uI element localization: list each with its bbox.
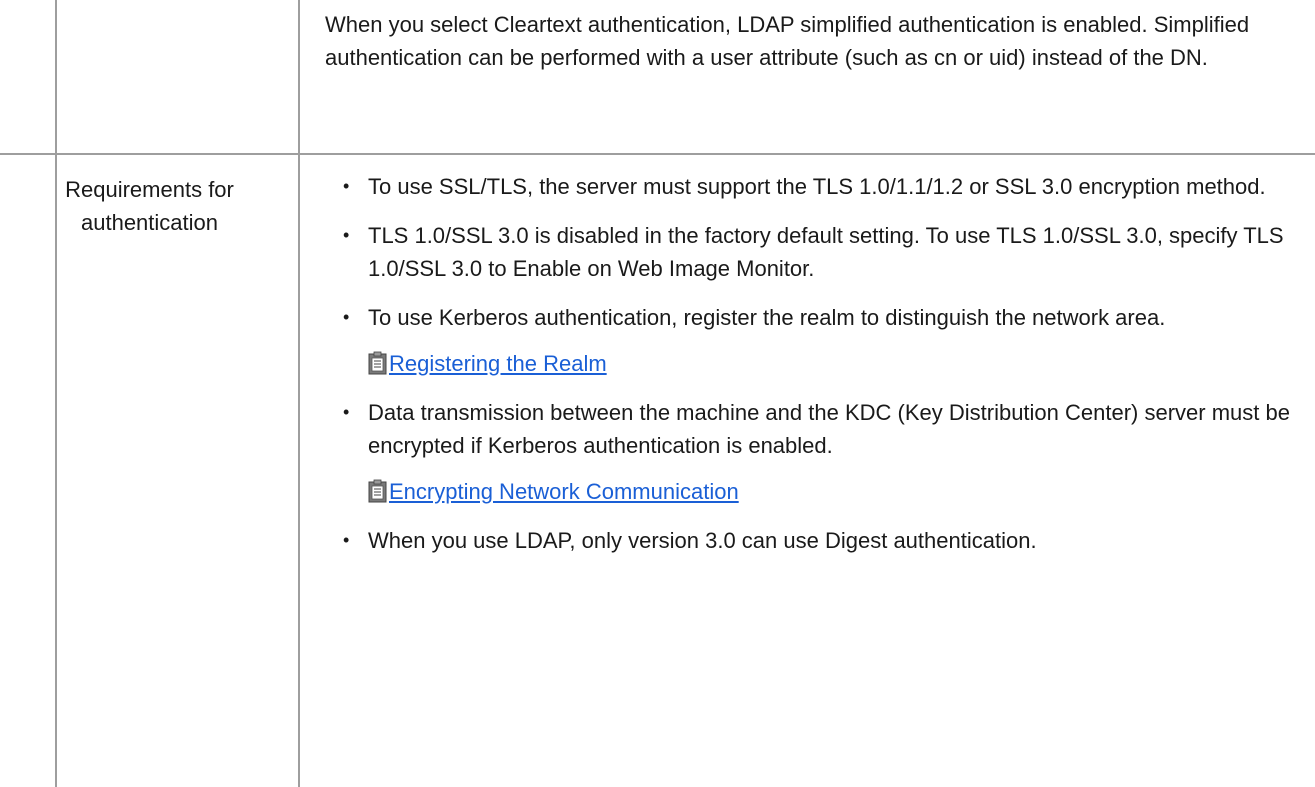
list-item: • Data transmission between the machine …: [335, 396, 1295, 508]
encrypting-network-communication-link[interactable]: Encrypting Network Communication: [389, 475, 739, 508]
row2-label: Requirements for authentication: [65, 177, 234, 235]
bullet-icon: •: [343, 176, 350, 196]
bullet-icon: •: [343, 307, 350, 327]
encrypting-communication-link-row: Encrypting Network Communication: [368, 475, 1295, 508]
list-item: • To use SSL/TLS, the server must suppor…: [335, 170, 1295, 203]
table-left-border: [55, 0, 57, 787]
list-item: • To use Kerberos authentication, regist…: [335, 301, 1295, 380]
list-item-text: When you use LDAP, only version 3.0 can …: [368, 528, 1037, 553]
list-item-text: To use SSL/TLS, the server must support …: [368, 174, 1266, 199]
list-item-text: Data transmission between the machine an…: [368, 400, 1290, 458]
list-item-text: TLS 1.0/SSL 3.0 is disabled in the facto…: [368, 223, 1284, 281]
bullet-icon: •: [343, 530, 350, 550]
document-note-icon: [368, 479, 387, 503]
requirements-list: • To use SSL/TLS, the server must suppor…: [335, 170, 1295, 573]
list-item: • TLS 1.0/SSL 3.0 is disabled in the fac…: [335, 219, 1295, 285]
bullet-icon: •: [343, 402, 350, 422]
registering-the-realm-link[interactable]: Registering the Realm: [389, 347, 607, 380]
table-row-divider: [0, 153, 1315, 155]
requirements-table: When you select Cleartext authentication…: [0, 0, 1315, 787]
list-item: • When you use LDAP, only version 3.0 ca…: [335, 524, 1295, 557]
document-note-icon: [368, 351, 387, 375]
row1-description: When you select Cleartext authentication…: [325, 12, 1250, 70]
registering-realm-link-row: Registering the Realm: [368, 347, 1295, 380]
table-column-divider: [298, 0, 300, 787]
list-item-text: To use Kerberos authentication, register…: [368, 305, 1166, 330]
bullet-icon: •: [343, 225, 350, 245]
